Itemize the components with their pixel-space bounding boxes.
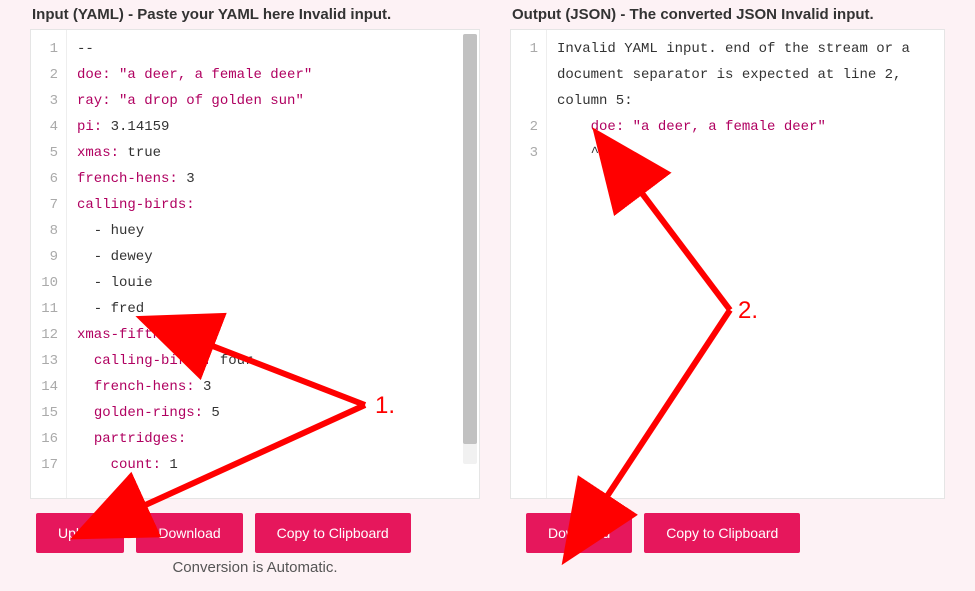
output-panel: Output (JSON) - The converted JSON Inval… [510, 6, 945, 576]
input-scrollbar-thumb[interactable] [463, 34, 477, 444]
input-code-area[interactable]: 1234567891011121314151617 -- doe: "a dee… [30, 29, 480, 499]
input-header: Input (YAML) - Paste your YAML here Inva… [30, 6, 480, 29]
input-panel: Input (YAML) - Paste your YAML here Inva… [30, 6, 480, 576]
upload-button[interactable]: Upload [36, 513, 124, 553]
download-output-button[interactable]: Download [526, 513, 632, 553]
download-input-button[interactable]: Download [136, 513, 242, 553]
copy-output-button[interactable]: Copy to Clipboard [644, 513, 800, 553]
conversion-note: Conversion is Automatic. [30, 559, 480, 576]
input-gutter: 1234567891011121314151617 [31, 30, 67, 498]
output-header: Output (JSON) - The converted JSON Inval… [510, 6, 945, 29]
input-code[interactable]: -- doe: "a deer, a female deer" ray: "a … [67, 30, 479, 498]
input-buttons: Upload Download Copy to Clipboard [30, 513, 480, 553]
output-buttons: Download Copy to Clipboard [510, 513, 945, 553]
output-code-area[interactable]: 1 23 Invalid YAML input. end of the stre… [510, 29, 945, 499]
output-gutter: 1 23 [511, 30, 547, 498]
copy-input-button[interactable]: Copy to Clipboard [255, 513, 411, 553]
output-code: Invalid YAML input. end of the stream or… [547, 30, 944, 498]
